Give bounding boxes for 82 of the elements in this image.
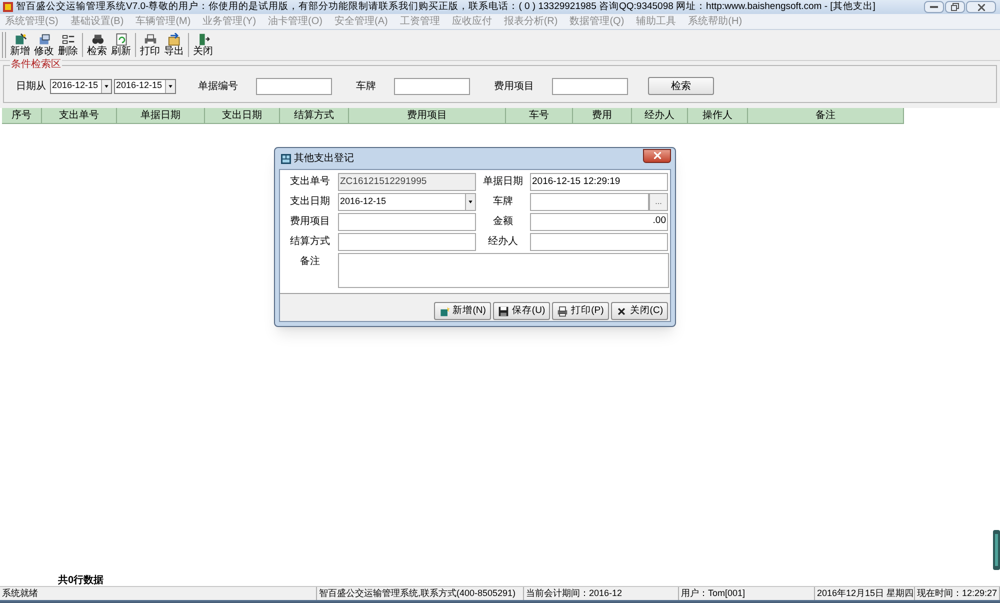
door-exit-icon — [196, 33, 210, 46]
dialog-button[interactable]: 保存(U) — [492, 302, 550, 320]
field-label: 单据日期 — [482, 174, 524, 189]
binoculars-icon — [90, 33, 104, 46]
toolbar-button[interactable]: 导出 — [162, 31, 186, 59]
text-field[interactable] — [394, 78, 470, 94]
readonly-field: ZC16121512291995 — [338, 173, 476, 191]
minimize-icon — [930, 6, 938, 8]
toolbar-button[interactable]: 打印 — [138, 31, 162, 59]
close-button[interactable] — [643, 148, 671, 162]
toolbar-button[interactable]: 新增 — [8, 31, 32, 59]
column-header[interactable]: 费用项目 — [349, 108, 506, 124]
window-title: 智百盛公交运输管理系统V7.0-尊敬的用户：你使用的是试用版，有部分功能限制请联系我们购买正版，联系电话：( 0 ) 13329921985 咨询QQ:9345098 网址：http:www.baishengsoft.com - [其他支出] — [16, 0, 876, 14]
refresh-icon — [114, 33, 128, 46]
toolbar-button[interactable]: 刷新 — [109, 31, 133, 59]
restore-button[interactable] — [945, 1, 965, 13]
dialog-button[interactable]: 打印(P) — [552, 302, 609, 320]
toolbar-button[interactable]: 检索 — [85, 31, 109, 59]
field-label: 经办人 — [487, 234, 519, 249]
column-header[interactable]: 支出单号 — [42, 108, 117, 124]
toolbar-button[interactable]: 删除 — [56, 31, 80, 59]
date-dropdown[interactable]: 2016-12-15 — [338, 193, 476, 211]
date-dropdown[interactable]: 2016-12-15 — [114, 78, 176, 94]
caret-icon — [101, 80, 111, 92]
input-field[interactable] — [338, 213, 476, 231]
field-label: 支出单号 — [289, 174, 331, 189]
column-header[interactable]: 结算方式 — [280, 108, 349, 124]
toolbar-button[interactable]: 关闭 — [191, 31, 215, 59]
close-icon — [654, 152, 660, 159]
sparkle-box-icon — [438, 306, 450, 316]
app-icon — [3, 2, 13, 12]
column-header[interactable]: 车号 — [506, 108, 573, 124]
pen-document-icon — [14, 33, 26, 46]
row-count: 共0行数据 — [58, 575, 104, 586]
date-dropdown[interactable]: 2016-12-15 — [50, 78, 112, 94]
dialog-title: 其他支出登记 — [294, 152, 354, 164]
dialog-button[interactable]: 新增(N) — [434, 302, 491, 320]
field-label: 费用项目 — [494, 80, 534, 94]
field-label: 支出日期 — [289, 194, 331, 209]
printer-icon — [557, 306, 568, 316]
field-label: 备注 — [299, 254, 321, 269]
save-icon — [498, 306, 509, 316]
column-header[interactable]: 单据日期 — [117, 108, 205, 124]
restore-icon — [951, 3, 959, 11]
column-header[interactable]: 序号 — [2, 108, 42, 124]
field-label: 费用项目 — [289, 214, 331, 229]
input-field[interactable] — [338, 233, 476, 251]
input-field[interactable] — [530, 193, 649, 211]
text-field[interactable] — [552, 78, 628, 94]
dialog-button[interactable]: 关闭(C) — [610, 302, 668, 320]
text-field[interactable] — [256, 78, 332, 94]
field-label: 车牌 — [492, 194, 514, 209]
list-icon — [62, 33, 74, 46]
caret-icon — [165, 80, 175, 92]
edit-icon — [38, 33, 50, 46]
folder-arrow-icon — [168, 33, 180, 46]
amount-field[interactable]: .00 — [530, 213, 668, 231]
field-label: 金额 — [492, 214, 514, 229]
remarks-field[interactable] — [338, 253, 669, 288]
minimize-button[interactable] — [924, 1, 944, 13]
input-field[interactable]: 2016-12-15 12:29:19 — [530, 173, 668, 191]
column-header[interactable]: 支出日期 — [205, 108, 280, 124]
column-header[interactable]: 费用 — [573, 108, 632, 124]
toolbar-button[interactable]: 修改 — [32, 31, 56, 59]
field-label: 日期从 — [16, 80, 46, 94]
close-icon — [616, 306, 627, 316]
form-icon — [281, 154, 291, 164]
close-button[interactable] — [966, 1, 996, 13]
input-field[interactable] — [530, 233, 668, 251]
close-icon — [978, 4, 984, 10]
search-button[interactable]: 检索 — [648, 77, 714, 95]
scrollbar-handle[interactable] — [993, 530, 1000, 570]
column-header[interactable]: 操作人 — [688, 108, 748, 124]
column-header[interactable]: 备注 — [748, 108, 904, 124]
field-label: 结算方式 — [289, 234, 331, 249]
column-header[interactable]: 经办人 — [632, 108, 688, 124]
caret-icon — [465, 194, 475, 210]
browse-button[interactable]: ... — [649, 193, 668, 211]
panel-title: 条件检索区 — [10, 59, 62, 71]
field-label: 车牌 — [356, 80, 376, 94]
printer-icon — [144, 33, 156, 46]
field-label: 单据编号 — [198, 80, 238, 94]
